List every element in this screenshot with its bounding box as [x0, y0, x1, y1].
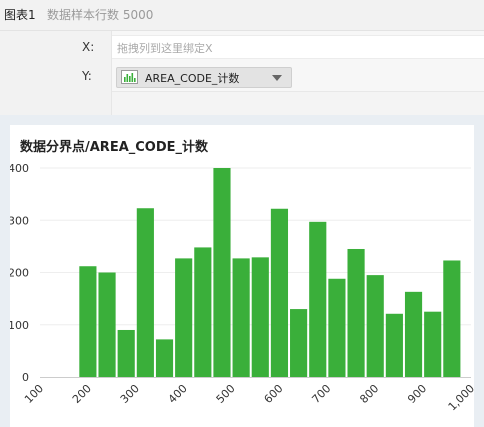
- histogram-bar: [79, 266, 97, 377]
- x-tick-label: 900: [405, 382, 429, 406]
- x-axis-label: X:: [82, 40, 95, 54]
- y-axis-label: Y:: [82, 69, 92, 83]
- x-tick-label: 1,000: [446, 382, 474, 413]
- histogram-bar: [270, 208, 289, 377]
- histogram-bar: [443, 260, 461, 377]
- x-tick-label: 300: [118, 382, 142, 406]
- histogram-bar: [366, 275, 384, 377]
- histogram-bar: [309, 221, 327, 377]
- x-tick-label: 600: [262, 382, 286, 406]
- bar-chart-icon: [121, 70, 138, 84]
- histogram-bar: [194, 247, 212, 377]
- histogram-bar: [347, 248, 365, 377]
- x-drop-placeholder: 拖拽列到这里绑定X: [117, 42, 213, 55]
- histogram-bar: [385, 313, 403, 377]
- sample-count-text: 数据样本行数 5000: [47, 8, 154, 22]
- x-drop-zone[interactable]: 拖拽列到这里绑定X: [112, 35, 484, 59]
- x-tick-label: 100: [22, 382, 46, 406]
- binding-shelf: X: 拖拽列到这里绑定X Y: AREA_CODE_计数: [0, 31, 484, 116]
- x-tick-label: 700: [309, 382, 333, 406]
- x-tick-label: 200: [70, 382, 94, 406]
- histogram-bar: [213, 168, 231, 377]
- y-tick-label: 300: [10, 214, 29, 227]
- shelf-left-column: [0, 31, 112, 115]
- histogram-bar: [404, 291, 423, 377]
- histogram-bar: [232, 258, 250, 377]
- y-field-name: AREA_CODE_计数: [145, 72, 240, 85]
- histogram-bar: [290, 309, 308, 377]
- y-field-pill[interactable]: AREA_CODE_计数: [116, 67, 292, 88]
- chart-header: 图表1 数据样本行数 5000: [0, 0, 484, 31]
- chart-panel: 数据分界点/AREA_CODE_计数 0 100 200 300 400 100 200 30…: [10, 125, 474, 427]
- x-tick-label: 400: [166, 382, 190, 406]
- histogram-bar: [424, 311, 442, 377]
- y-tick-label: 200: [10, 267, 29, 280]
- histogram-bar: [98, 272, 116, 377]
- histogram-chart: 0100200300400100 200 300 400 500 600 700 800 900…: [10, 162, 474, 413]
- histogram-bar: [251, 257, 269, 377]
- y-tick-label: 100: [10, 319, 29, 332]
- histogram-bar: [136, 208, 154, 377]
- y-tick-label: 0: [22, 371, 29, 384]
- histogram-bar: [175, 258, 193, 377]
- x-tick-label: 500: [214, 382, 238, 406]
- histogram-bar: [117, 329, 135, 377]
- extra-drop-zone[interactable]: [112, 91, 484, 116]
- y-tick-label: 400: [10, 162, 29, 175]
- histogram-bar: [155, 339, 174, 377]
- chart-tab-title[interactable]: 图表1: [4, 0, 36, 30]
- x-tick-label: 800: [357, 382, 381, 406]
- chevron-down-icon[interactable]: [272, 75, 282, 81]
- histogram-bar: [328, 278, 346, 377]
